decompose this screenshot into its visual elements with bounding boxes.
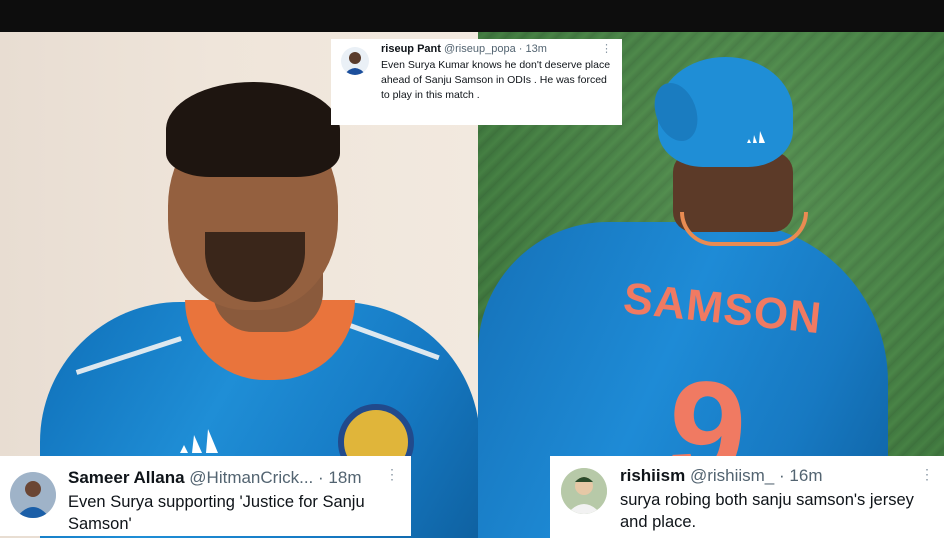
- avatar[interactable]: [10, 472, 56, 518]
- tweet-author-name[interactable]: rishiism: [620, 466, 685, 485]
- player-hair: [166, 82, 340, 177]
- tweet-header: rishiism @rishiism_ · 16m: [620, 466, 822, 486]
- user-avatar-icon: [344, 52, 366, 75]
- tweet-separator: ·: [518, 43, 523, 55]
- user-avatar-icon: [561, 468, 607, 514]
- avatar[interactable]: [561, 468, 607, 514]
- tweet-card-rishiism[interactable]: rishiism @rishiism_ · 16m ⋮ surya robing…: [550, 456, 944, 538]
- adidas-logo-icon: [747, 131, 765, 143]
- adidas-logo-icon: [180, 429, 218, 453]
- avatar[interactable]: [341, 47, 369, 75]
- top-black-bar: [0, 0, 944, 32]
- more-options-icon[interactable]: ⋮: [601, 42, 612, 55]
- tweet-author-name[interactable]: Sameer Allana: [68, 468, 185, 487]
- tweet-header: Sameer Allana @HitmanCrick... · 18m: [68, 468, 362, 488]
- more-options-icon[interactable]: ⋮: [920, 466, 934, 483]
- tweet-separator: ·: [318, 468, 324, 487]
- tweet-author-handle[interactable]: @HitmanCrick...: [189, 468, 313, 487]
- tweet-author-handle[interactable]: @rishiism_: [690, 466, 774, 485]
- tweet-timestamp[interactable]: 16m: [789, 466, 822, 485]
- user-avatar-icon: [10, 472, 56, 518]
- tweet-author-handle[interactable]: @riseup_popa: [444, 43, 516, 55]
- tweet-author-name[interactable]: riseup Pant: [381, 43, 441, 55]
- tweet-text: surya robing both sanju samson's jersey …: [620, 491, 914, 531]
- tweet-timestamp[interactable]: 18m: [328, 468, 361, 487]
- tweet-card-riseup-pant[interactable]: riseup Pant @riseup_popa · 13m ⋮ Even Su…: [331, 39, 622, 125]
- tweet-text: Even Surya Kumar knows he don't deserve …: [381, 59, 611, 101]
- tweet-timestamp[interactable]: 13m: [525, 43, 546, 55]
- more-options-icon[interactable]: ⋮: [385, 466, 399, 483]
- tweet-header: riseup Pant @riseup_popa · 13m: [381, 43, 547, 55]
- tweet-text: Even Surya supporting 'Justice for Sanju…: [68, 493, 365, 533]
- jersey-collar: [680, 212, 808, 246]
- tweet-separator: ·: [779, 466, 785, 485]
- tweet-card-sameer-allana[interactable]: Sameer Allana @HitmanCrick... · 18m ⋮ Ev…: [0, 456, 411, 536]
